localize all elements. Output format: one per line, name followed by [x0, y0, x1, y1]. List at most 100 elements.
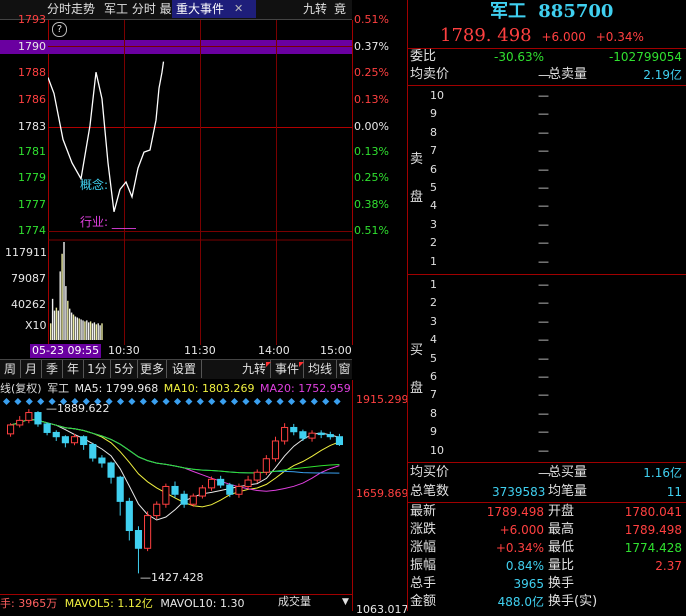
last-price: 1789. 498: [440, 25, 532, 46]
pct-tick: 0.13%: [354, 93, 389, 106]
event-marker[interactable]: [14, 397, 22, 406]
event-marker[interactable]: [219, 397, 227, 406]
event-marker[interactable]: [173, 397, 182, 406]
volume-bar: [88, 322, 90, 340]
kline-tab-5min[interactable]: 5分: [111, 360, 138, 378]
kline-tab-1min[interactable]: 1分: [84, 360, 111, 378]
kline-tab-year[interactable]: 年: [63, 360, 84, 378]
candle-body: [52, 431, 60, 438]
tab-auction[interactable]: 竟: [334, 0, 346, 18]
event-marker[interactable]: [208, 397, 216, 406]
pct-tick: 0.13%: [354, 145, 389, 158]
candle-body: [244, 479, 252, 487]
sell-level: 7: [430, 144, 437, 158]
price-change: +6.000: [541, 30, 586, 44]
buy-level: 10: [430, 443, 444, 457]
event-marker[interactable]: [37, 397, 45, 406]
kline-tab-ma[interactable]: 均线: [304, 360, 337, 378]
event-marker[interactable]: [299, 397, 307, 406]
event-marker[interactable]: [116, 397, 125, 406]
event-marker[interactable]: [162, 397, 170, 406]
event-marker[interactable]: [253, 397, 261, 406]
buy-level-dash: —: [538, 406, 549, 420]
candle-body: [98, 457, 106, 464]
kline-tab-settings[interactable]: 设置: [167, 360, 202, 378]
event-marker[interactable]: [196, 397, 204, 406]
candle-body: [144, 515, 152, 549]
concept-label: 概念:: [80, 178, 109, 192]
event-marker[interactable]: [128, 397, 136, 406]
buy-level-dash: —: [538, 425, 549, 439]
kline-price-tick: 1659.869: [356, 487, 409, 500]
time-label: 15:00: [320, 344, 352, 357]
event-marker[interactable]: [151, 397, 159, 406]
volume-select-label: 成交量: [278, 595, 311, 608]
kline-tab-quarter[interactable]: 季: [42, 360, 63, 378]
buy-level-dash: —: [538, 314, 549, 328]
quote-label: 换手(实): [548, 594, 598, 609]
kline-tab-week[interactable]: 周: [0, 360, 21, 378]
candle-body: [335, 436, 344, 446]
buy-level: 8: [430, 406, 437, 420]
pct-tick: 0.37%: [354, 40, 389, 53]
chevron-down-icon: ▼: [342, 597, 349, 607]
candle-body: [7, 424, 15, 435]
candle-body: [271, 440, 280, 460]
kline-low-label: —1427.428: [140, 571, 204, 584]
kline-chart: [2, 397, 344, 574]
candle-body: [125, 500, 133, 532]
close-icon[interactable]: ✕: [234, 0, 243, 18]
tab-events[interactable]: 重大事件 ✕: [172, 0, 256, 18]
event-marker[interactable]: [276, 397, 284, 406]
event-marker[interactable]: [25, 397, 33, 406]
quote-value: 1774.428: [624, 541, 682, 555]
price-change-pct: +0.34%: [595, 30, 644, 44]
event-marker[interactable]: [185, 397, 193, 406]
tab-nine-turn[interactable]: 九转: [303, 0, 327, 18]
kline-tab-more[interactable]: 更多: [138, 360, 167, 378]
volume-bar: [67, 300, 69, 340]
candle-body: [326, 434, 334, 438]
total-trades-value: 3739583: [492, 485, 546, 499]
total-sell-value: 2.19亿: [643, 68, 682, 82]
volume-bar: [101, 323, 103, 340]
candle-body: [281, 426, 289, 442]
event-marker[interactable]: [2, 397, 11, 406]
divider: [408, 274, 686, 275]
kline-tab-month[interactable]: 月: [21, 360, 42, 378]
price-tick: 1779: [18, 171, 46, 184]
event-marker[interactable]: [333, 397, 341, 406]
candle-body: [153, 503, 161, 517]
quote-row: 最新 1789.498 开盘 1780.041: [410, 503, 686, 521]
event-marker[interactable]: [322, 397, 330, 406]
tab-intraday[interactable]: 分时走势: [47, 0, 95, 18]
quote-value: +6.000: [499, 523, 544, 537]
kline-tab-window[interactable]: 窗: [337, 360, 352, 378]
quote-label: 量比: [548, 558, 575, 573]
quote-row: 振幅 0.84% 量比 2.37: [410, 557, 686, 575]
quote-value: 0.84%: [505, 559, 544, 573]
volume-bar: [69, 308, 71, 340]
weibi-label: 委比: [410, 49, 437, 64]
event-marker[interactable]: [310, 397, 318, 406]
candle-body: [308, 432, 316, 439]
event-marker[interactable]: [139, 397, 147, 406]
event-marker[interactable]: [287, 397, 296, 406]
volume-select[interactable]: 成交量 ▼: [278, 594, 352, 610]
volume-bar: [59, 271, 61, 340]
buy-level-dash: —: [538, 296, 549, 310]
candle-body: [107, 462, 115, 478]
quote-label: 涨跌: [410, 522, 437, 537]
ma20-value: MA20: 1752.959: [260, 382, 351, 395]
candle-body: [171, 485, 179, 495]
price-header: 1789. 498 +6.000 +0.34%: [440, 24, 644, 48]
quote-value: 1789.498: [624, 523, 682, 537]
volume-bar: [70, 312, 73, 340]
volume-unit: X10: [25, 319, 47, 332]
flag-icon: [266, 362, 271, 367]
volume-bar: [51, 298, 54, 340]
event-marker[interactable]: [230, 397, 239, 406]
tab-name[interactable]: 军工 分时 最: [104, 0, 172, 18]
event-marker[interactable]: [242, 397, 250, 406]
event-marker[interactable]: [265, 397, 273, 406]
